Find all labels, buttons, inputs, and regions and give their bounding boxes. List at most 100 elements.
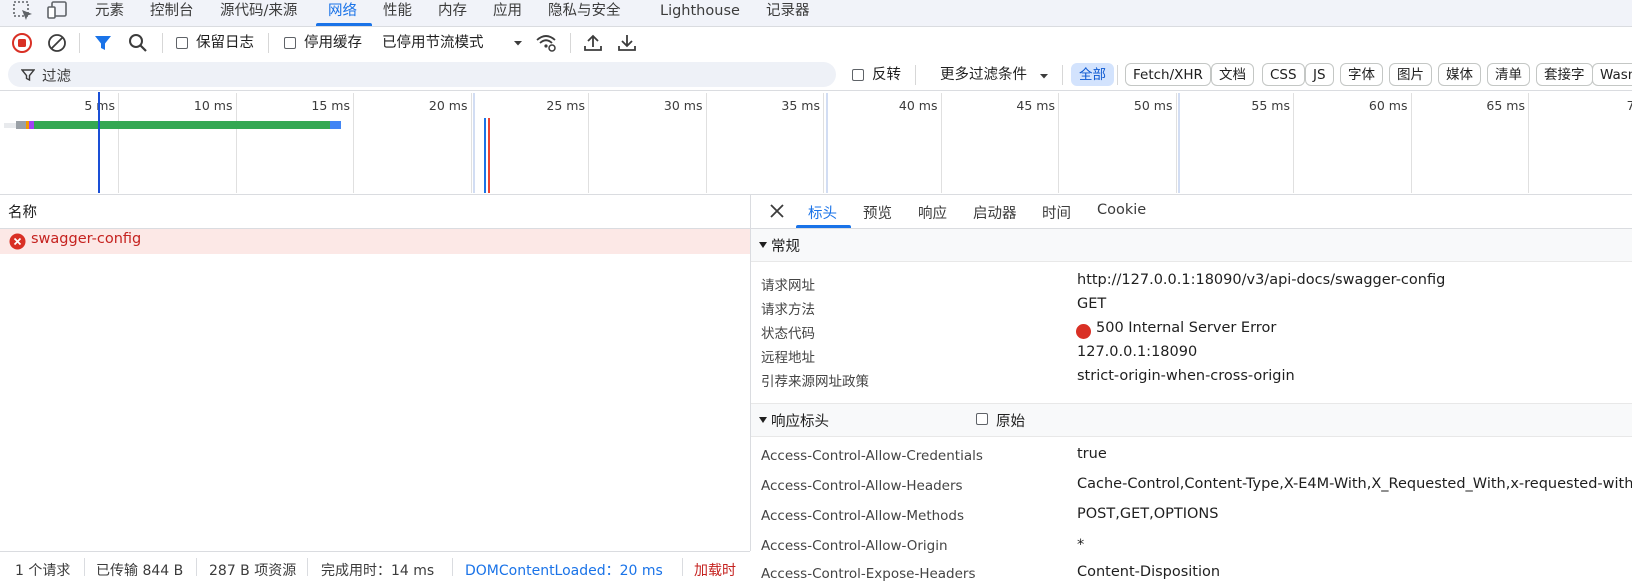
- preserve-log-checkbox[interactable]: [176, 37, 188, 49]
- tab-application[interactable]: 应用: [493, 0, 522, 26]
- general-section-header[interactable]: 常规: [751, 229, 1632, 262]
- filter-type-socket[interactable]: 套接字: [1536, 63, 1593, 86]
- header-name: Access-Control-Allow-Origin: [761, 538, 948, 554]
- timeline-tick-label: 15 ms: [295, 98, 350, 113]
- search-icon[interactable]: [127, 32, 149, 54]
- header-value: Content-Disposition: [1077, 564, 1220, 580]
- timeline-gridline: [588, 93, 589, 193]
- status-dot-icon: [1076, 324, 1091, 339]
- filter-type-all[interactable]: 全部: [1071, 63, 1114, 86]
- timeline-gridline: [1176, 93, 1177, 193]
- tab-console[interactable]: 控制台: [150, 0, 194, 26]
- timeline-gridline: [823, 93, 824, 193]
- raw-headers-checkbox[interactable]: [976, 413, 988, 425]
- active-tab-indicator: [316, 23, 372, 26]
- timeline-tick-label: 50 ms: [1118, 98, 1173, 113]
- header-name: 请求方法: [761, 298, 815, 318]
- tab-lighthouse[interactable]: Lighthouse: [660, 0, 740, 26]
- active-detail-tab-indicator: [796, 225, 851, 228]
- throttling-select[interactable]: 已停用节流模式: [376, 33, 526, 55]
- throttling-value: 已停用节流模式: [382, 33, 484, 53]
- status-divider: [452, 558, 453, 576]
- device-toolbar-icon[interactable]: [46, 0, 68, 22]
- status-divider: [682, 558, 683, 576]
- tab-cookies[interactable]: Cookie: [1097, 202, 1146, 218]
- response-headers-section-header[interactable]: 响应标头 原始: [751, 403, 1632, 437]
- filter-type-js[interactable]: JS: [1305, 63, 1334, 86]
- timeline-tick-label: 25 ms: [530, 98, 585, 113]
- tab-headers[interactable]: 标头: [808, 202, 837, 223]
- import-har-icon[interactable]: [582, 32, 604, 54]
- tab-recorder[interactable]: 记录器: [766, 0, 810, 26]
- header-name: Access-Control-Allow-Credentials: [761, 448, 983, 464]
- timeline-tick-label: 40 ms: [883, 98, 938, 113]
- more-filters-label: 更多过滤条件: [940, 65, 1027, 85]
- overview-cursor-line: [98, 92, 100, 193]
- disable-cache-checkbox[interactable]: [284, 37, 296, 49]
- clear-icon[interactable]: [46, 32, 68, 54]
- tab-timing[interactable]: 时间: [1042, 202, 1071, 223]
- timeline-gridline: [353, 93, 354, 193]
- export-har-icon[interactable]: [616, 32, 638, 54]
- timeline-gridline: [118, 93, 119, 193]
- queue-segment: [4, 123, 16, 128]
- table-row[interactable]: swagger-config: [0, 229, 750, 254]
- tab-memory[interactable]: 内存: [438, 0, 467, 26]
- timeline-tick-label: 30 ms: [648, 98, 703, 113]
- filter-type-doc[interactable]: 文档: [1211, 63, 1254, 86]
- timeline-gridline: [471, 93, 472, 193]
- status-code-value: 500 Internal Server Error: [1096, 320, 1276, 336]
- transferred-size: 已传输 844 B: [96, 560, 183, 580]
- column-header-name[interactable]: 名称: [8, 201, 37, 222]
- response-headers-title: 响应标头: [771, 410, 829, 431]
- more-filters-dropdown[interactable]: 更多过滤条件: [936, 65, 1054, 87]
- waiting-segment: [34, 121, 330, 129]
- finish-time: 完成用时：14 ms: [321, 560, 434, 580]
- disable-cache-label: 停用缓存: [304, 33, 362, 53]
- tab-response[interactable]: 响应: [918, 202, 947, 223]
- filter-input[interactable]: 过滤: [8, 62, 836, 87]
- tab-initiator[interactable]: 启动器: [973, 202, 1017, 223]
- status-divider: [307, 558, 308, 576]
- element-picker-icon[interactable]: [12, 0, 34, 22]
- header-name: Access-Control-Allow-Headers: [761, 478, 963, 494]
- filter-type-manifest[interactable]: 清单: [1487, 63, 1530, 86]
- tab-performance[interactable]: 性能: [383, 0, 412, 26]
- error-icon: [9, 233, 26, 250]
- close-icon[interactable]: [769, 203, 785, 219]
- raw-headers-label: 原始: [996, 410, 1025, 431]
- tab-preview[interactable]: 预览: [863, 202, 892, 223]
- load-time: 加载时: [694, 560, 750, 580]
- timeline-tick-label: 10 ms: [178, 98, 233, 113]
- filter-type-fetch-xhr[interactable]: Fetch/XHR: [1125, 63, 1211, 86]
- invert-checkbox[interactable]: [852, 69, 864, 81]
- preserve-log-label: 保留日志: [196, 33, 254, 53]
- invert-label: 反转: [872, 65, 901, 85]
- timeline-major-gridline: [473, 93, 475, 193]
- timeline-tick-label: 65 ms: [1470, 98, 1525, 113]
- header-name: 状态代码: [761, 322, 815, 342]
- tab-sources[interactable]: 源代码/来源: [220, 0, 297, 26]
- header-name: 请求网址: [761, 274, 815, 294]
- toolbar-divider: [268, 33, 269, 53]
- filter-type-img[interactable]: 图片: [1389, 63, 1432, 86]
- filter-type-media[interactable]: 媒体: [1438, 63, 1481, 86]
- filter-type-font[interactable]: 字体: [1340, 63, 1383, 86]
- overview-request-bar: [4, 120, 341, 132]
- network-conditions-icon[interactable]: [535, 32, 557, 54]
- timeline-gridline: [236, 93, 237, 193]
- timeline-tick-label: 5 ms: [60, 98, 115, 113]
- filter-funnel-icon: [21, 68, 35, 82]
- request-url-value: http://127.0.0.1:18090/v3/api-docs/swagg…: [1077, 272, 1445, 288]
- filter-type-wasm[interactable]: Wasm: [1592, 63, 1632, 86]
- domcontentloaded-line: [484, 118, 486, 193]
- stop-recording-icon[interactable]: [11, 32, 33, 54]
- filter-icon[interactable]: [92, 32, 114, 54]
- tab-privacy-security[interactable]: 隐私与安全: [548, 0, 621, 26]
- status-divider: [84, 558, 85, 576]
- filter-type-css[interactable]: CSS: [1262, 63, 1305, 86]
- request-method-value: GET: [1077, 296, 1106, 312]
- timeline-tick-label: 35 ms: [765, 98, 820, 113]
- tab-elements[interactable]: 元素: [95, 0, 124, 26]
- toolbar-divider: [570, 33, 571, 53]
